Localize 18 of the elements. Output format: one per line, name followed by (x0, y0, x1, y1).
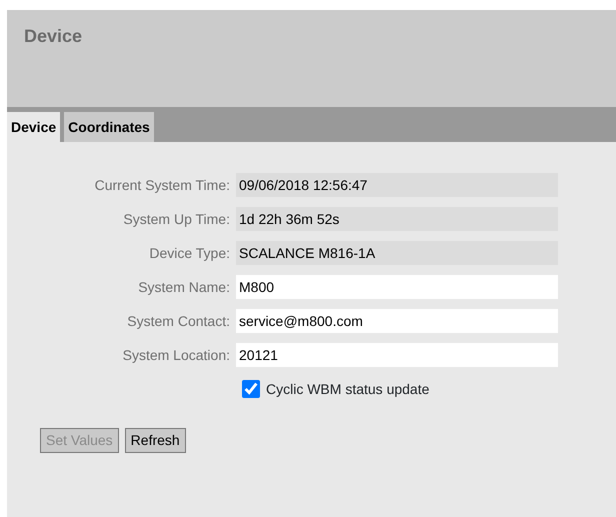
field-label: System Contact: (126, 312, 231, 331)
input-field[interactable]: service@m800.com (236, 309, 558, 333)
value-display: SCALANCE M816-1A (236, 241, 558, 265)
field-label: System Name: (137, 278, 231, 297)
field-label: System Up Time: (122, 210, 231, 229)
value-display: 1d 22h 36m 52s (236, 207, 558, 231)
input-field[interactable]: M800 (236, 275, 558, 299)
field-label: Device Type: (148, 244, 231, 263)
input-field[interactable]: 20121 (236, 343, 558, 367)
tab[interactable]: Device (7, 112, 60, 142)
value-display: 09/06/2018 12:56:47 (236, 173, 558, 197)
field-label: Current System Time: (94, 176, 231, 195)
checkbox[interactable] (242, 380, 260, 398)
page-title: Device (24, 26, 84, 48)
button[interactable]: Refresh (124, 428, 186, 453)
checkbox-label[interactable]: Cyclic WBM status update (266, 378, 430, 400)
tab[interactable]: Coordinates (64, 112, 154, 142)
field-label: System Location: (122, 346, 231, 365)
